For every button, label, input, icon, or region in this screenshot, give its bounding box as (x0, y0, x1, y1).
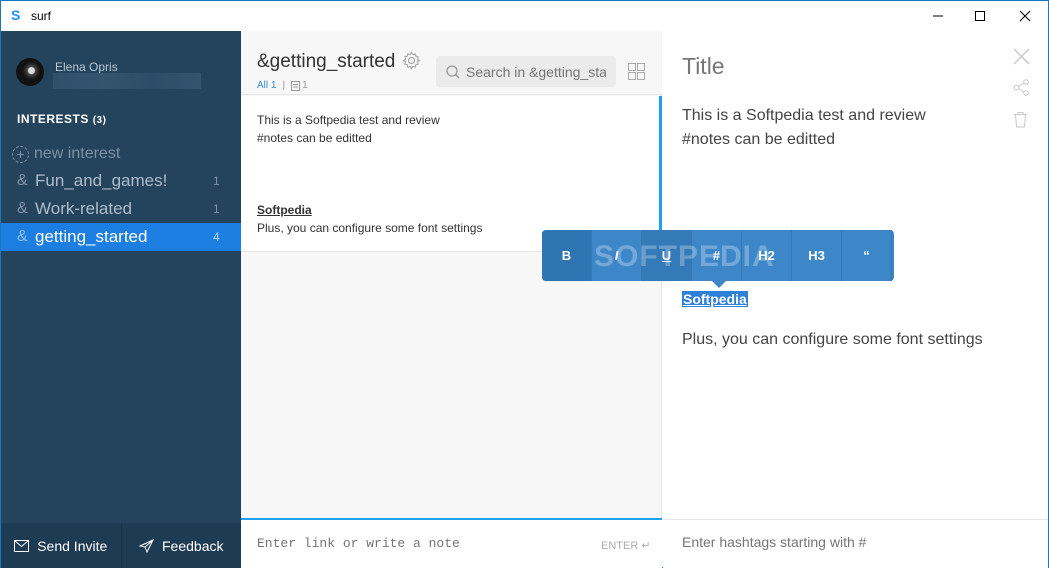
filter-notes-count: 1 (302, 80, 308, 91)
toolbar-pointer (712, 281, 726, 288)
paper-plane-icon (139, 538, 154, 553)
compose-input[interactable] (257, 536, 577, 551)
interest-label: getting_started (35, 227, 148, 246)
app-logo-icon: S (11, 7, 21, 23)
interest-label: Fun_and_games! (35, 171, 168, 190)
interests-heading: INTERESTS (3) (17, 112, 106, 126)
interests-count: (3) (92, 115, 107, 126)
filter-notes[interactable]: 1 (291, 80, 308, 91)
note-card[interactable]: This is a Softpedia test and review #not… (241, 96, 662, 252)
new-interest-button[interactable]: + new interest (12, 144, 120, 164)
window-title: surf (31, 9, 52, 23)
ampersand-icon: & (17, 200, 28, 217)
enter-hint: ENTER ↵ (601, 540, 651, 552)
hashtags-bar (663, 519, 1048, 568)
feedback-button[interactable]: Feedback (120, 523, 242, 568)
quote-button[interactable]: “ (842, 230, 892, 281)
interest-count: 4 (213, 230, 220, 244)
search-icon (446, 64, 460, 78)
note-editor: Title This is a Softpedia test and revie… (663, 31, 1048, 568)
notes-list-pane: &getting_started All 1 | 1 This is a Sof… (241, 31, 662, 568)
ampersand-icon: & (17, 228, 28, 245)
interest-count: 1 (213, 202, 220, 216)
note-bold-text: Softpedia (257, 203, 312, 217)
editor-line[interactable]: Plus, you can configure some font settin… (682, 331, 983, 349)
sidebar-item-getting-started[interactable]: & getting_started 4 (1, 223, 241, 251)
note-title-field[interactable]: Title (682, 53, 725, 80)
compose-bar: ENTER ↵ (241, 518, 662, 568)
note-line: #notes can be editted (257, 131, 372, 145)
format-toolbar: B I U # H2 H3 “ SOFTPEDIA (542, 230, 894, 288)
close-note-icon[interactable] (1013, 48, 1030, 65)
envelope-icon (14, 539, 30, 552)
grid-view-icon[interactable] (628, 63, 645, 80)
editor-selected-text[interactable]: Softpedia (682, 291, 748, 307)
user-email-blurred (53, 73, 201, 89)
interest-label: Work-related (35, 199, 132, 218)
send-invite-label: Send Invite (37, 537, 108, 554)
trash-icon[interactable] (1013, 111, 1028, 128)
gear-icon[interactable] (402, 51, 421, 70)
minimize-button[interactable] (915, 1, 961, 31)
filter-all[interactable]: All 1 (257, 80, 276, 91)
sidebar-item-work-related[interactable]: & Work-related 1 (1, 195, 241, 223)
avatar[interactable] (16, 58, 44, 86)
note-line: Plus, you can configure some font settin… (257, 221, 483, 235)
app-window: S surf Elena Opris INTERESTS (3) + new i… (0, 0, 1049, 568)
interest-title: &getting_started (257, 51, 396, 72)
selected-bold-text[interactable]: Softpedia (682, 291, 748, 307)
bold-button[interactable]: B (542, 230, 592, 281)
sidebar: Elena Opris INTERESTS (3) + new interest… (1, 31, 241, 568)
close-icon (1019, 10, 1031, 22)
user-profile[interactable]: Elena Opris (1, 31, 241, 89)
maximize-icon (975, 11, 985, 21)
send-invite-button[interactable]: Send Invite (1, 523, 121, 568)
underline-button[interactable]: U (642, 230, 692, 281)
feedback-label: Feedback (162, 537, 224, 554)
title-bar: S surf (1, 1, 1048, 31)
interests-heading-label: INTERESTS (17, 112, 89, 126)
editor-line[interactable]: This is a Softpedia test and review (682, 107, 926, 125)
plus-circle-icon: + (12, 145, 29, 163)
note-icon (291, 80, 301, 91)
sidebar-item-fun-and-games[interactable]: & Fun_and_games! 1 (1, 167, 241, 195)
search-box[interactable] (436, 56, 616, 87)
hashtag-button[interactable]: # (692, 230, 742, 281)
close-window-button[interactable] (1002, 1, 1048, 31)
user-name: Elena Opris (55, 60, 118, 74)
interest-count: 1 (213, 174, 220, 188)
notes-header: &getting_started All 1 | 1 (241, 31, 662, 95)
note-filters: All 1 | 1 (257, 80, 308, 91)
note-line: This is a Softpedia test and review (257, 113, 440, 127)
minimize-icon (933, 15, 943, 17)
new-interest-label: new interest (34, 145, 121, 162)
heading3-button[interactable]: H3 (792, 230, 842, 281)
heading2-button[interactable]: H2 (742, 230, 792, 281)
editor-line[interactable]: #notes can be editted (682, 131, 835, 149)
filter-separator: | (282, 80, 286, 91)
search-input[interactable] (466, 63, 606, 80)
italic-button[interactable]: I (592, 230, 642, 281)
maximize-button[interactable] (957, 1, 1003, 31)
ampersand-icon: & (17, 172, 28, 189)
sidebar-footer: Send Invite Feedback (1, 523, 241, 568)
share-icon[interactable] (1013, 79, 1030, 96)
hashtags-input[interactable] (682, 534, 1022, 550)
